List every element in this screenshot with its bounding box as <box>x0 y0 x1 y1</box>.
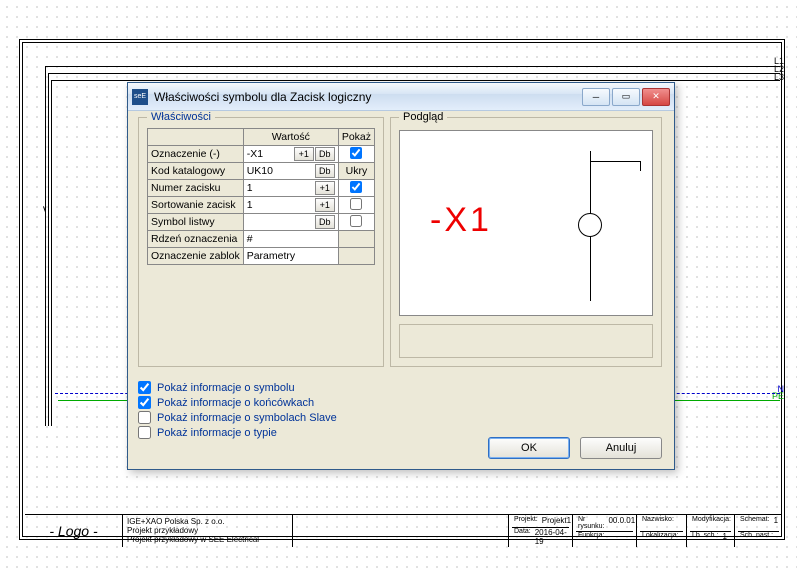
property-row[interactable]: Symbol listwy Db <box>148 214 375 231</box>
property-value[interactable]: -X1 <box>247 148 293 160</box>
property-label: Symbol listwy <box>148 214 244 231</box>
increment-button[interactable]: +1 <box>315 181 335 195</box>
description-cell: IGE+XAO Polska Sp. z o.o. Projekt przykł… <box>122 514 292 547</box>
property-label: Oznaczenie zablok <box>148 248 244 265</box>
property-value[interactable]: 1 <box>247 199 314 211</box>
project-cell: Projekt:Projekt1 Data:2016-04-19 <box>508 514 572 547</box>
cancel-button[interactable]: Anuluj <box>580 437 662 459</box>
wire <box>51 80 780 81</box>
property-label: Kod katalogowy <box>148 163 244 180</box>
option-label: Pokaż informacje o symbolach Slave <box>157 412 337 424</box>
switch-symbol <box>45 200 85 230</box>
property-label: Oznaczenie (-) <box>148 146 244 163</box>
option-row[interactable]: Pokaż informacje o symbolu <box>138 381 384 394</box>
property-show-cell[interactable] <box>338 180 374 197</box>
property-show-cell[interactable]: Ukry <box>338 163 374 180</box>
wire <box>51 80 52 426</box>
preview-symbol-text: -X1 <box>430 201 492 240</box>
property-row[interactable]: Numer zacisku1+1 <box>148 180 375 197</box>
option-label: Pokaż informacje o końcówkach <box>157 397 314 409</box>
property-value-cell[interactable]: 1+1 <box>243 197 338 214</box>
property-value-cell[interactable]: Parametry <box>243 248 338 265</box>
property-label: Sortowanie zacisk <box>148 197 244 214</box>
increment-button[interactable]: +1 <box>315 198 335 212</box>
show-checkbox[interactable] <box>350 181 362 193</box>
header-value: Wartość <box>243 129 338 146</box>
property-value[interactable]: 1 <box>247 182 314 194</box>
close-button[interactable]: ✕ <box>642 88 670 106</box>
property-value-cell[interactable]: # <box>243 231 338 248</box>
wire <box>48 73 780 74</box>
schem-cell: Schemat:1 Sch. nast.: <box>734 514 782 547</box>
property-value[interactable]: Parametry <box>247 250 335 262</box>
title-block: - Logo - IGE+XAO Polska Sp. z o.o. Proje… <box>25 514 782 547</box>
properties-group: Właściwości Wartość Pokaż Oznaczenie (-)… <box>138 117 384 367</box>
preview-tick <box>640 161 641 171</box>
loc-cell: Nazwisko: Lokalizacja: <box>636 514 686 547</box>
mod-cell: Modyfikacja: Lb. sch.:1 <box>686 514 734 547</box>
preview-legend: Podgląd <box>399 111 447 123</box>
property-show-cell[interactable] <box>338 231 374 248</box>
option-row[interactable]: Pokaż informacje o typie <box>138 426 384 439</box>
preview-group: Podgląd -X1 <box>390 117 662 367</box>
properties-dialog: seE Właściwości symbolu dla Zacisk logic… <box>127 82 675 470</box>
option-checkbox[interactable] <box>138 426 151 439</box>
app-icon: seE <box>132 89 148 105</box>
maximize-button[interactable]: ▭ <box>612 88 640 106</box>
wire-label-l3: L3 <box>774 72 784 82</box>
property-label: Rdzeń oznaczenia <box>148 231 244 248</box>
option-checkbox[interactable] <box>138 396 151 409</box>
show-checkbox[interactable] <box>350 215 362 227</box>
property-row[interactable]: Rdzeń oznaczenia# <box>148 231 375 248</box>
db-button[interactable]: Db <box>315 215 335 229</box>
option-label: Pokaż informacje o symbolu <box>157 382 295 394</box>
wire <box>45 66 780 67</box>
minimize-button[interactable]: ─ <box>582 88 610 106</box>
preview-canvas: -X1 <box>399 130 653 316</box>
wire-label-n: N <box>778 384 785 394</box>
property-value-cell[interactable]: UK10Db <box>243 163 338 180</box>
property-grid[interactable]: Wartość Pokaż Oznaczenie (-)-X1+1DbKod k… <box>147 128 375 265</box>
property-row[interactable]: Oznaczenie zablokParametry <box>148 248 375 265</box>
property-row[interactable]: Oznaczenie (-)-X1+1Db <box>148 146 375 163</box>
db-button[interactable]: Db <box>315 164 335 178</box>
properties-legend: Właściwości <box>147 111 215 123</box>
display-options: Pokaż informacje o symbolu Pokaż informac… <box>138 379 384 441</box>
property-show-cell[interactable] <box>338 197 374 214</box>
ok-button[interactable]: OK <box>488 437 570 459</box>
show-checkbox[interactable] <box>350 147 362 159</box>
property-value-cell[interactable]: Db <box>243 214 338 231</box>
option-checkbox[interactable] <box>138 411 151 424</box>
property-label: Numer zacisku <box>148 180 244 197</box>
option-checkbox[interactable] <box>138 381 151 394</box>
spacer-cell <box>292 514 508 547</box>
header-show: Pokaż <box>338 129 374 146</box>
property-value[interactable]: # <box>247 233 335 245</box>
db-button[interactable]: Db <box>315 147 335 161</box>
drawno-cell: Nr rysunku:00.0.01 Funkcja: <box>572 514 636 547</box>
dialog-title: Właściwości symbolu dla Zacisk logiczny <box>154 90 582 104</box>
wire <box>48 73 49 426</box>
preview-info <box>399 324 653 358</box>
logo-cell: - Logo - <box>25 514 122 547</box>
property-show-cell[interactable] <box>338 248 374 265</box>
option-row[interactable]: Pokaż informacje o symbolach Slave <box>138 411 384 424</box>
show-checkbox[interactable] <box>350 198 362 210</box>
property-row[interactable]: Kod katalogowyUK10DbUkry <box>148 163 375 180</box>
property-value-cell[interactable]: 1+1 <box>243 180 338 197</box>
option-row[interactable]: Pokaż informacje o końcówkach <box>138 396 384 409</box>
preview-line-h <box>590 161 640 162</box>
wire <box>45 66 46 426</box>
titlebar[interactable]: seE Właściwości symbolu dla Zacisk logic… <box>128 83 674 111</box>
preview-circle <box>578 213 602 237</box>
property-row[interactable]: Sortowanie zacisk1+1 <box>148 197 375 214</box>
property-show-cell[interactable] <box>338 214 374 231</box>
increment-button[interactable]: +1 <box>294 147 314 161</box>
property-value-cell[interactable]: -X1+1Db <box>243 146 338 163</box>
property-show-cell[interactable] <box>338 146 374 163</box>
property-value[interactable]: UK10 <box>247 165 314 177</box>
option-label: Pokaż informacje o typie <box>157 427 277 439</box>
